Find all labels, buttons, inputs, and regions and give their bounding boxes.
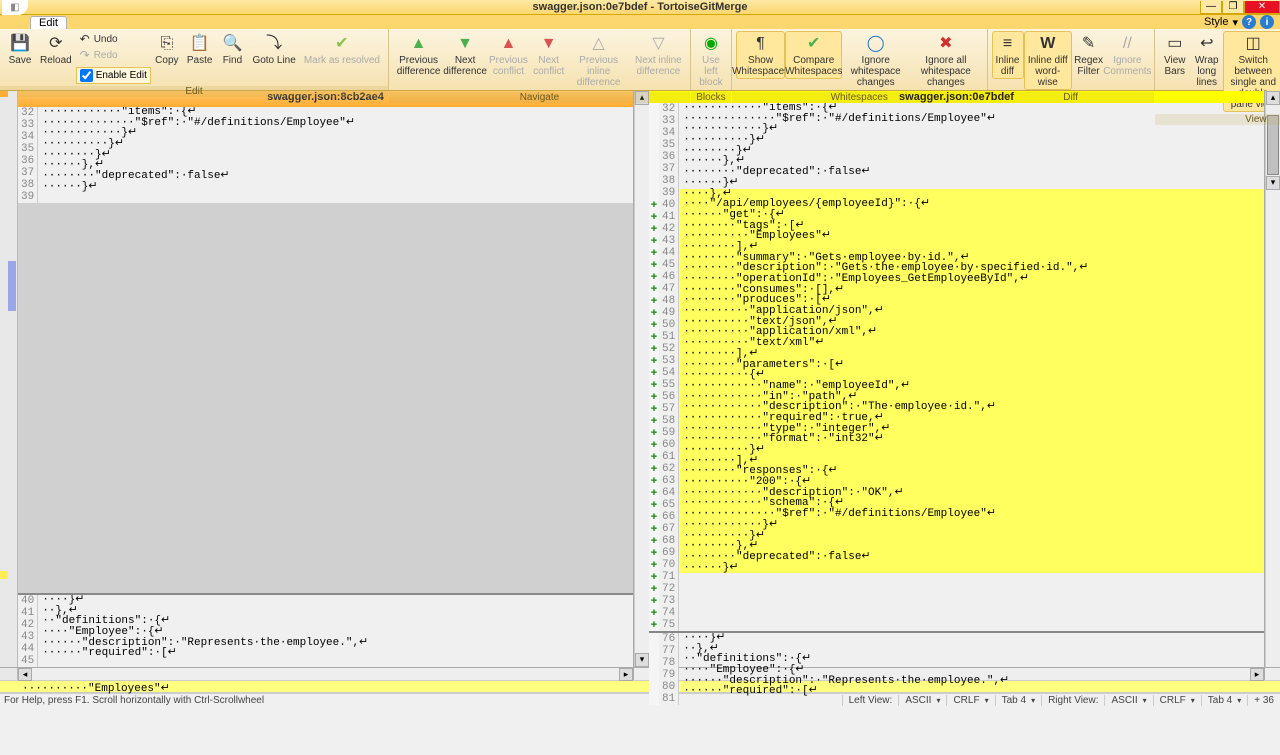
- right-code-top[interactable]: ············"items":·{↵··············"$r…: [679, 103, 1264, 631]
- arrow-down-red-icon: ▼: [539, 33, 559, 53]
- ignore-all-ws-button[interactable]: ✖Ignore all whitespace changes: [909, 31, 982, 90]
- check-icon: ✔: [804, 33, 824, 53]
- mark-resolved-button[interactable]: ✔Mark as resolved: [300, 31, 384, 68]
- arrow-up-icon: △: [589, 33, 609, 53]
- group-blocks-label: Blocks: [691, 92, 731, 103]
- save-button[interactable]: 💾Save: [4, 31, 36, 68]
- titlebar: ◧ swagger.json:0e7bdef - TortoiseGitMerg…: [0, 0, 1280, 15]
- inline-diff-icon: ≡: [998, 33, 1018, 53]
- scroll-up-icon[interactable]: ▴: [1266, 91, 1280, 105]
- x-icon: ✖: [936, 33, 956, 53]
- circle-icon: ◯: [866, 33, 886, 53]
- pilcrow-icon: ¶: [751, 33, 771, 53]
- info-icon[interactable]: i: [1260, 15, 1274, 29]
- next-diff-button[interactable]: ▼Next difference: [444, 31, 486, 79]
- right-code-bottom[interactable]: ····}↵··},↵··"definitions":·{↵····"Emplo…: [679, 633, 1264, 705]
- find-button[interactable]: 🔍Find: [216, 31, 248, 68]
- check-icon: ✔: [332, 33, 352, 53]
- content-area: swagger.json:8cb2ae4 3233343536373839 ··…: [0, 91, 1280, 667]
- left-code-bottom[interactable]: ····}↵··},↵··"definitions":·{↵····"Emplo…: [38, 595, 633, 667]
- scroll-down-icon[interactable]: ▾: [1266, 176, 1280, 190]
- right-pane: swagger.json:0e7bdef +++++++++++++++++++…: [649, 91, 1265, 667]
- window-title: swagger.json:0e7bdef - TortoiseGitMerge: [533, 1, 748, 13]
- inline-word-button[interactable]: WInline diff word-wise: [1024, 31, 1073, 90]
- paste-icon: 📋: [190, 33, 210, 53]
- group-diff-label: Diff: [988, 92, 1154, 103]
- help-icon[interactable]: ?: [1242, 15, 1256, 29]
- compare-ws-button[interactable]: ✔Compare Whitespaces: [785, 31, 842, 79]
- word-icon: W: [1038, 33, 1058, 53]
- style-label[interactable]: Style: [1204, 16, 1228, 28]
- redo-icon: ↷: [78, 48, 92, 62]
- group-whitespaces-label: Whitespaces: [732, 92, 987, 103]
- arrow-down-icon: ▼: [455, 33, 475, 53]
- right-bottom-gutter: [649, 633, 659, 705]
- right-gutter-marks: ++++++++++++++++++++++++++++++++++++: [649, 103, 659, 631]
- ribbon: 💾Save ⟳Reload ↶Undo ↷Redo Enable Edit ⎘C…: [0, 29, 1280, 91]
- left-code-top[interactable]: ············"items":·{↵··············"$r…: [38, 107, 633, 203]
- copy-button[interactable]: ⎘Copy: [151, 31, 183, 68]
- ignore-ws-changes-button[interactable]: ◯Ignore whitespace changes: [842, 31, 909, 90]
- pane-icon: ◫: [1243, 33, 1263, 53]
- paste-button[interactable]: 📋Paste: [183, 31, 217, 68]
- filter-icon: ✎: [1079, 33, 1099, 53]
- view-bars-button[interactable]: ▭View Bars: [1159, 31, 1191, 79]
- app-icon[interactable]: ◧: [2, 0, 28, 15]
- reload-button[interactable]: ⟳Reload: [36, 31, 76, 68]
- reload-icon: ⟳: [46, 33, 66, 53]
- inline-diff-button[interactable]: ≡Inline diff: [992, 31, 1024, 79]
- bars-icon: ▭: [1165, 33, 1185, 53]
- prev-diff-button[interactable]: ▲Previous difference: [393, 31, 444, 79]
- goto-line-button[interactable]: ⤵Goto Line: [248, 31, 299, 68]
- enable-edit-checkbox[interactable]: Enable Edit: [76, 67, 151, 84]
- scroll-down-icon[interactable]: ▾: [635, 653, 649, 667]
- left-line-numbers: 3233343536373839: [18, 107, 38, 203]
- redo-button[interactable]: ↷Redo: [76, 47, 151, 63]
- copy-icon: ⎘: [157, 33, 177, 53]
- close-button[interactable]: ✕: [1244, 1, 1280, 14]
- left-hscrollbar[interactable]: ◂▸: [18, 668, 634, 680]
- arrow-up-red-icon: ▲: [498, 33, 518, 53]
- next-conflict-button[interactable]: ▼Next conflict: [531, 31, 567, 79]
- undo-icon: ↶: [78, 32, 92, 46]
- group-navigate-label: Navigate: [389, 92, 690, 103]
- minimize-button[interactable]: —: [1200, 1, 1222, 14]
- group-edit-label: Edit: [0, 86, 388, 97]
- right-bottom-line-numbers: 767778798081: [659, 633, 679, 705]
- ribbon-tabbar: Edit Style ▾ ? i: [0, 15, 1280, 29]
- undo-button[interactable]: ↶Undo: [76, 31, 151, 47]
- arrow-down-icon: ▽: [648, 33, 668, 53]
- locator-bar[interactable]: [0, 91, 18, 667]
- left-pane: swagger.json:8cb2ae4 3233343536373839 ··…: [18, 91, 634, 667]
- wrap-icon: ↩: [1197, 33, 1217, 53]
- use-left-button[interactable]: ◉Use left block: [695, 31, 727, 90]
- save-icon: 💾: [10, 33, 30, 53]
- right-vscrollbar[interactable]: ▴ ▾: [1265, 91, 1280, 667]
- left-empty-area: [18, 203, 633, 593]
- maximize-button[interactable]: ❐: [1222, 1, 1244, 14]
- left-bottom-line-numbers: 404142434445: [18, 595, 38, 667]
- next-inline-button[interactable]: ▽Next inline difference: [631, 31, 686, 79]
- prev-inline-button[interactable]: △Previous inline difference: [566, 31, 630, 90]
- find-icon: 🔍: [222, 33, 242, 53]
- style-dropdown-icon[interactable]: ▾: [1232, 16, 1238, 29]
- comment-icon: //: [1117, 33, 1137, 53]
- ignore-comments-button[interactable]: //Ignore Comments: [1105, 31, 1150, 79]
- goto-icon: ⤵: [264, 33, 284, 53]
- wrap-button[interactable]: ↩Wrap long lines: [1191, 31, 1223, 90]
- prev-conflict-button[interactable]: ▲Previous conflict: [486, 31, 531, 79]
- show-ws-button[interactable]: ¶Show Whitespaces: [736, 31, 785, 79]
- use-left-icon: ◉: [701, 33, 721, 53]
- tab-edit[interactable]: Edit: [30, 16, 67, 29]
- arrow-up-icon: ▲: [409, 33, 429, 53]
- left-vscrollbar[interactable]: ▴ ▾: [634, 91, 649, 667]
- regex-filter-button[interactable]: ✎Regex Filter: [1072, 31, 1105, 79]
- right-line-numbers: 3233343536373839404142434445464748495051…: [659, 103, 679, 631]
